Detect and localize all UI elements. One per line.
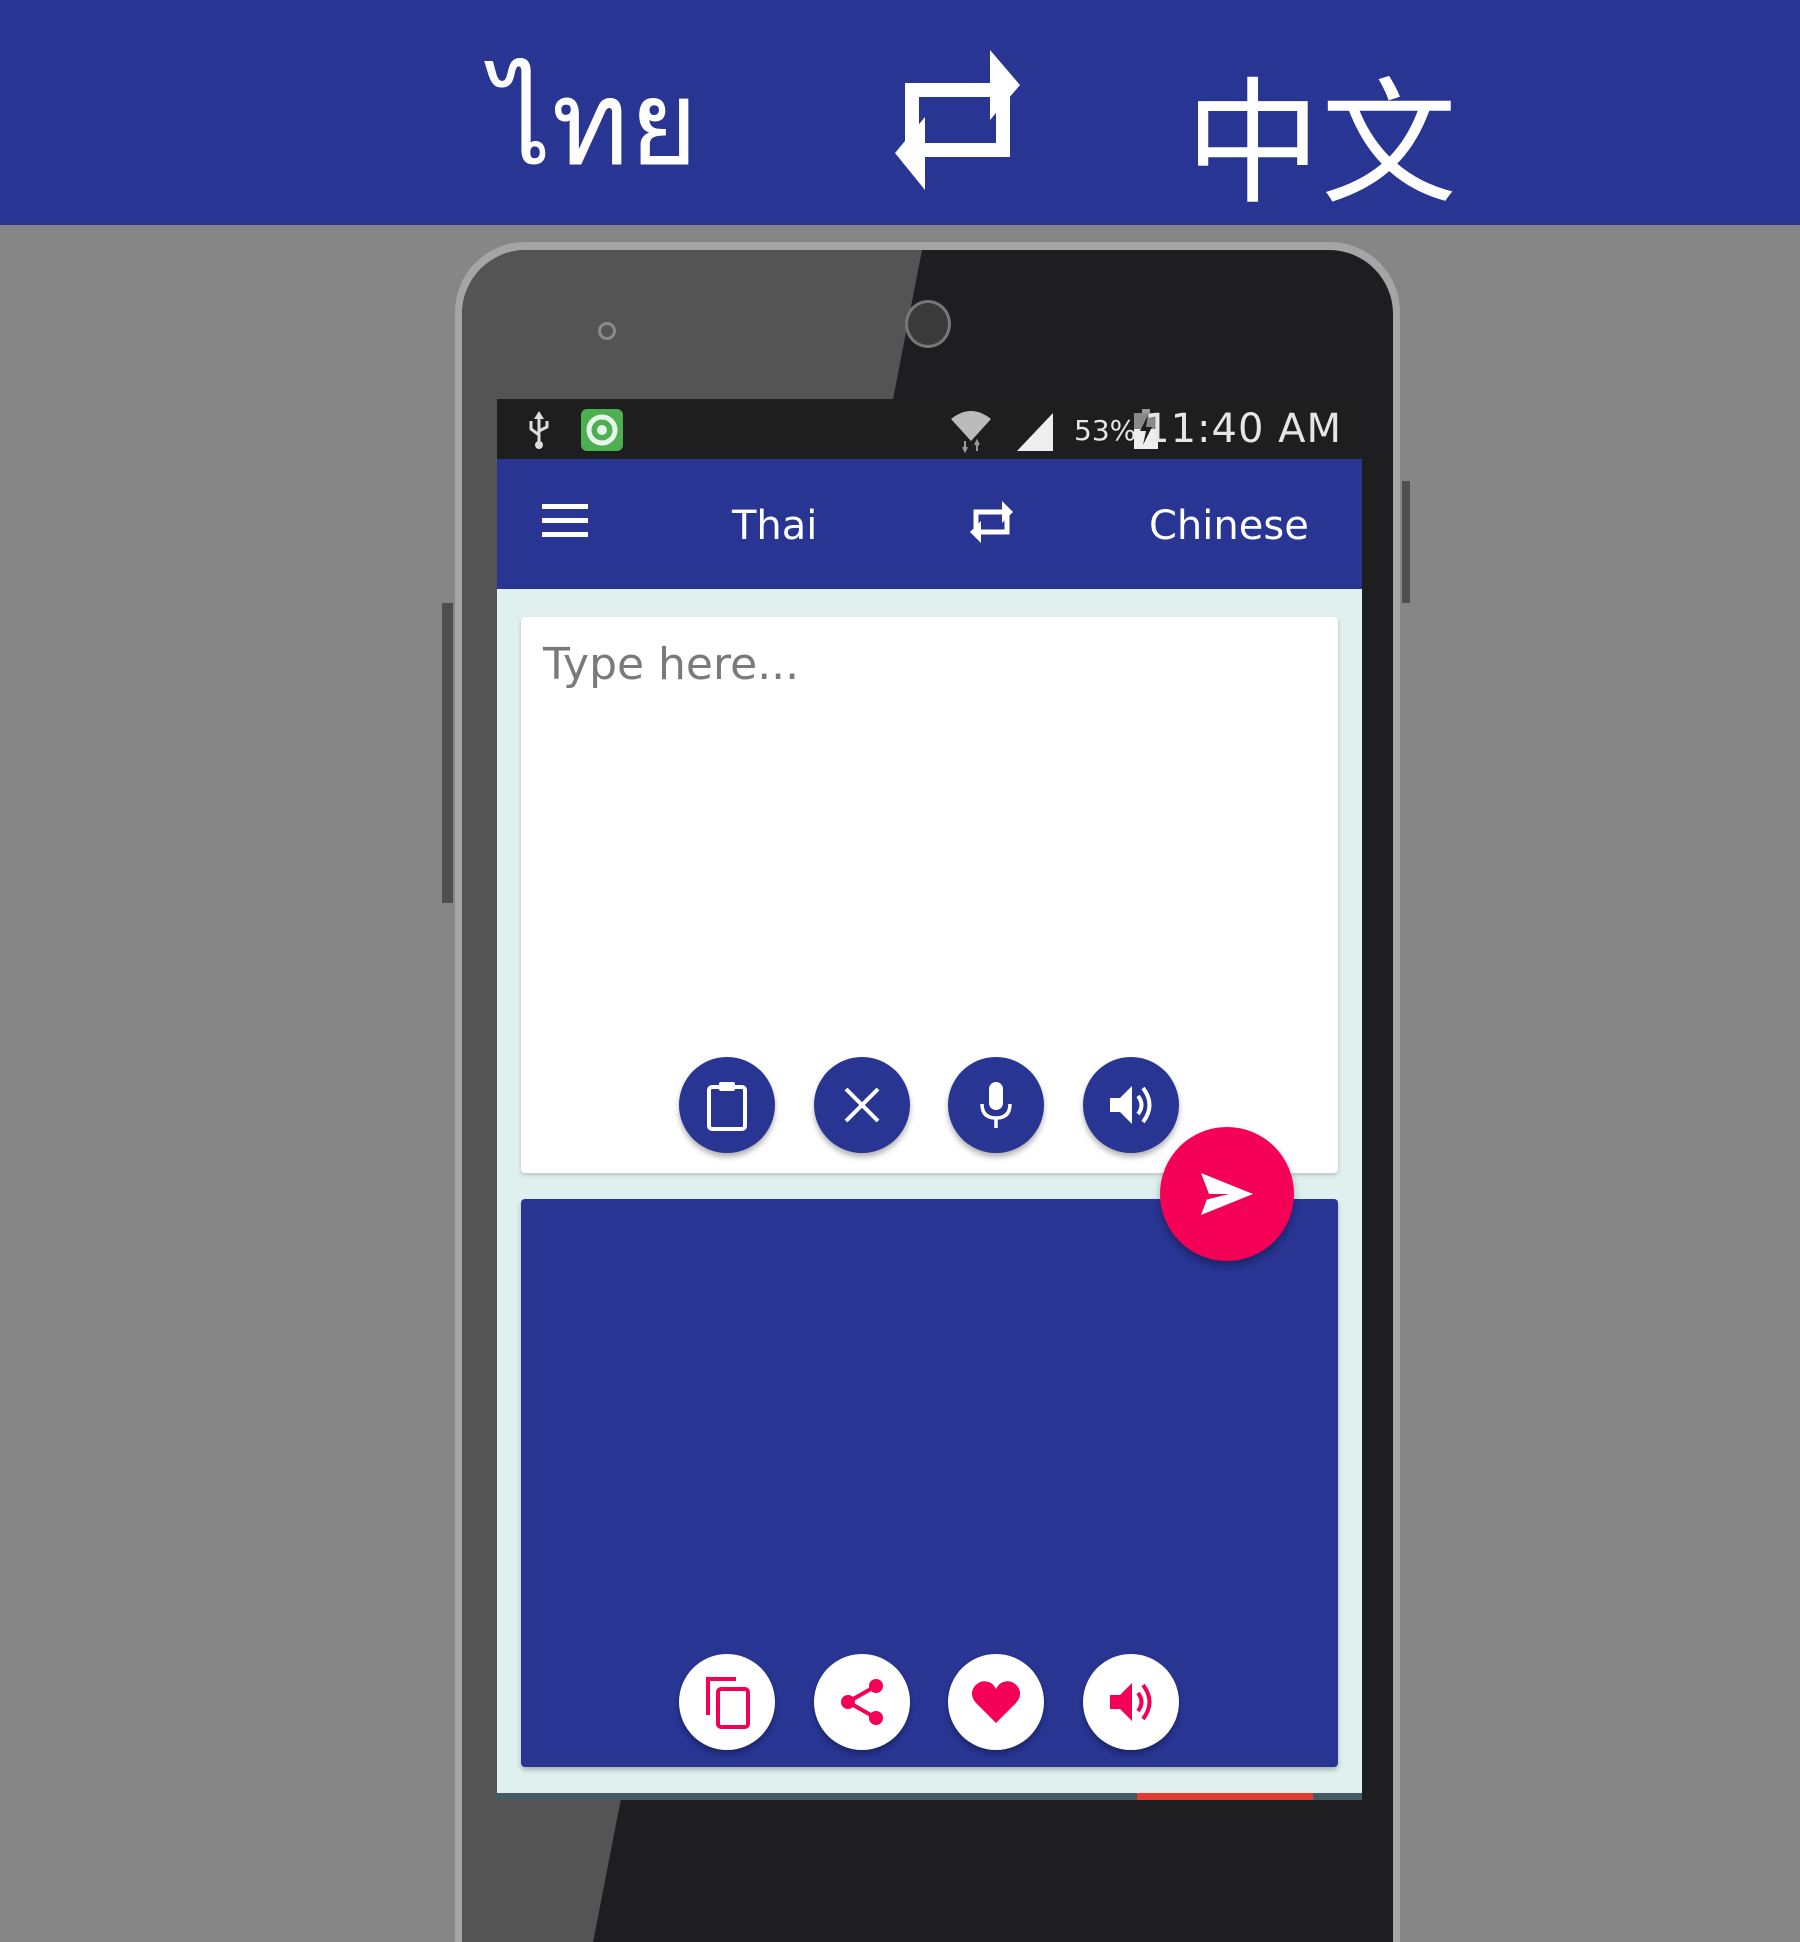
- microphone-icon: [980, 1082, 1012, 1128]
- bottom-strip: [497, 1793, 1362, 1800]
- swap-languages-button[interactable]: [969, 497, 1014, 547]
- favorite-button[interactable]: [948, 1654, 1044, 1750]
- voice-input-button[interactable]: [948, 1057, 1044, 1153]
- bottom-red-indicator: [1137, 1793, 1313, 1800]
- phone-power-button: [1402, 481, 1410, 603]
- paste-button[interactable]: [679, 1057, 775, 1153]
- app-bar: Thai Chinese: [497, 459, 1362, 589]
- clear-button[interactable]: [814, 1057, 910, 1153]
- banner-target-language: 中文: [1185, 66, 1457, 224]
- hamburger-menu-icon[interactable]: [542, 504, 588, 538]
- input-card: Type here...: [521, 617, 1338, 1173]
- share-button[interactable]: [814, 1654, 910, 1750]
- speak-input-button[interactable]: [1083, 1057, 1179, 1153]
- wifi-icon: [951, 411, 991, 453]
- text-input[interactable]: Type here...: [543, 639, 799, 690]
- banner-source-language: ไทย: [492, 54, 699, 192]
- speaker-icon: [1110, 1683, 1152, 1721]
- phone-screen: 53% 11:40 AM Thai Chinese Type here...: [497, 399, 1362, 1800]
- front-camera: [905, 300, 951, 348]
- heart-icon: [971, 1681, 1021, 1723]
- target-language-selector[interactable]: Chinese: [1149, 501, 1309, 551]
- speaker-icon: [1110, 1086, 1152, 1124]
- source-language-selector[interactable]: Thai: [732, 501, 817, 551]
- send-icon: [1201, 1173, 1253, 1215]
- app-notification-icon: [581, 409, 623, 451]
- phone-volume-button: [442, 603, 453, 903]
- status-bar: 53% 11:40 AM: [497, 399, 1362, 459]
- share-icon: [841, 1679, 883, 1725]
- status-time: 11:40 AM: [1144, 406, 1342, 452]
- translate-button[interactable]: [1160, 1127, 1294, 1261]
- battery-percent: 53%: [1074, 414, 1137, 447]
- swap-arrows-icon: [895, 50, 1020, 190]
- usb-icon: [529, 411, 549, 449]
- speak-output-button[interactable]: [1083, 1654, 1179, 1750]
- output-card: [521, 1199, 1338, 1767]
- clipboard-icon: [707, 1082, 747, 1131]
- promo-banner: ไทย 中文: [0, 0, 1800, 225]
- proximity-sensor: [598, 322, 616, 340]
- close-icon: [844, 1087, 880, 1123]
- copy-button[interactable]: [679, 1654, 775, 1750]
- cellular-signal-icon: [1017, 413, 1053, 451]
- copy-icon: [706, 1677, 750, 1729]
